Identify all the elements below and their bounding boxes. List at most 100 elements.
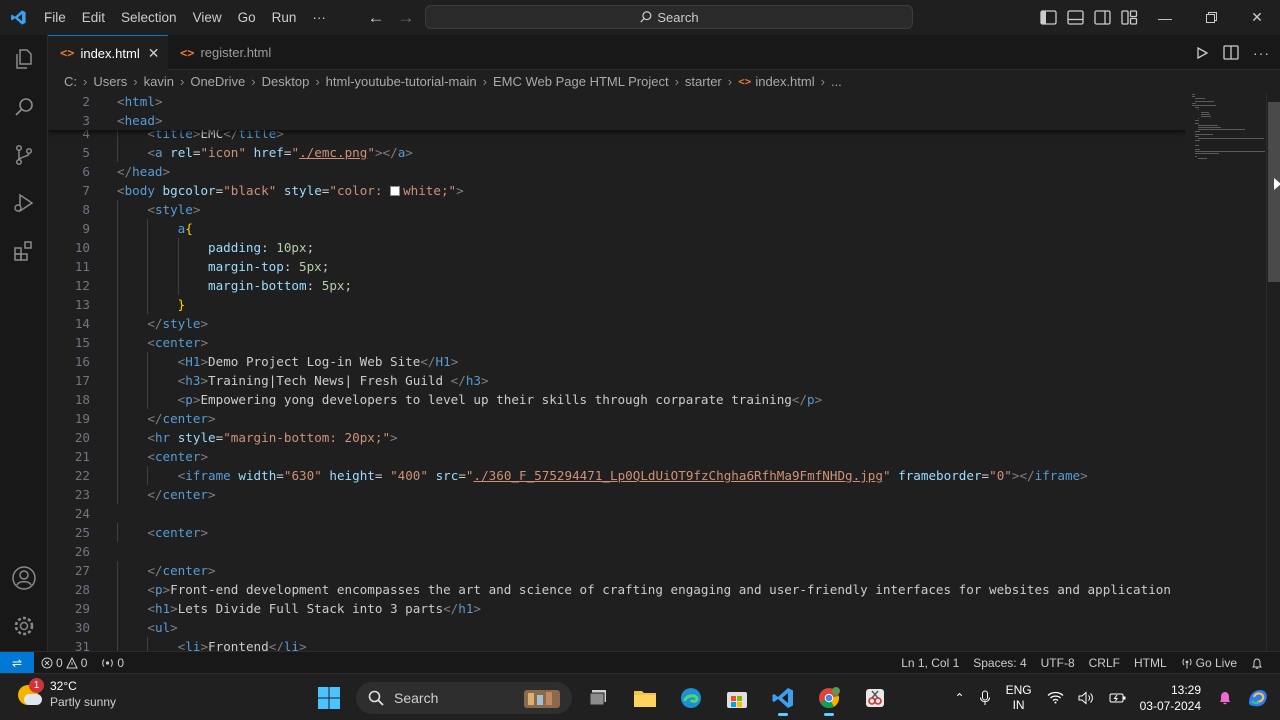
customize-layout-icon[interactable] [1121, 10, 1138, 25]
remote-indicator-icon[interactable]: ⇌ [0, 651, 34, 674]
battery-icon[interactable] [1102, 691, 1134, 705]
back-arrow-icon[interactable]: ← [366, 8, 386, 28]
toggle-primary-sidebar-icon[interactable] [1040, 10, 1057, 25]
search-view-icon[interactable] [0, 83, 48, 131]
notifications-bell-icon[interactable] [1244, 657, 1270, 670]
code-line[interactable]: 26 [48, 542, 1186, 561]
notification-bell-icon[interactable] [1211, 690, 1239, 706]
code-line[interactable]: 18 <p>Empowering yong developers to leve… [48, 390, 1186, 409]
breadcrumb-item[interactable]: ... [831, 74, 842, 89]
language-mode[interactable]: HTML [1127, 656, 1174, 670]
source-control-icon[interactable] [0, 131, 48, 179]
code-line[interactable]: 21 <center> [48, 447, 1186, 466]
account-icon[interactable] [0, 554, 48, 602]
code-line[interactable]: 30 <ul> [48, 618, 1186, 637]
volume-icon[interactable] [1071, 690, 1102, 705]
run-file-icon[interactable] [1195, 46, 1209, 60]
copilot-icon[interactable] [1239, 687, 1280, 709]
system-clock[interactable]: 13:29 03-07-2024 [1134, 682, 1211, 714]
ports-status[interactable]: 0 [94, 656, 131, 670]
restore-icon[interactable] [1188, 0, 1234, 35]
scrollbar-thumb[interactable] [1268, 102, 1280, 282]
breadcrumb-item[interactable]: OneDrive [190, 74, 245, 89]
snipping-tool-icon[interactable] [856, 679, 894, 717]
toggle-secondary-sidebar-icon[interactable] [1094, 10, 1111, 25]
close-window-icon[interactable]: ✕ [1234, 0, 1280, 35]
color-swatch[interactable] [390, 186, 401, 196]
code-line[interactable]: 12 margin-bottom: 5px; [48, 276, 1186, 295]
minimize-icon[interactable]: — [1142, 0, 1188, 35]
code-line[interactable]: 29 <h1>Lets Divide Full Stack into 3 par… [48, 599, 1186, 618]
language-indicator[interactable]: ENG IN [998, 683, 1040, 713]
chevron-up-icon[interactable]: ⌃ [948, 691, 972, 705]
code-line[interactable]: 9 a{ [48, 219, 1186, 238]
toggle-panel-icon[interactable] [1067, 10, 1084, 25]
menu-selection[interactable]: Selection [113, 0, 185, 35]
sticky-scroll[interactable]: 2 <html> 3 <head> [48, 92, 1186, 130]
code-line[interactable]: 19 </center> [48, 409, 1186, 428]
code-line[interactable]: 13 } [48, 295, 1186, 314]
code-line[interactable]: 16 <H1>Demo Project Log-in Web Site</H1> [48, 352, 1186, 371]
code-line[interactable]: 6 </head> [48, 162, 1186, 181]
taskbar-search[interactable]: Search [356, 681, 572, 714]
menu-file[interactable]: File [36, 0, 74, 35]
more-actions-icon[interactable]: ··· [1253, 45, 1270, 61]
windows-start-icon[interactable] [310, 679, 348, 717]
encoding[interactable]: UTF-8 [1034, 656, 1082, 670]
menu-edit[interactable]: Edit [74, 0, 113, 35]
breadcrumb-item[interactable]: EMC Web Page HTML Project [493, 74, 669, 89]
code-line[interactable]: 5 <a rel="icon" href="./emc.png"></a> [48, 143, 1186, 162]
menu-run[interactable]: Run [264, 0, 305, 35]
code-line[interactable]: 25 <center> [48, 523, 1186, 542]
menu-view[interactable]: View [185, 0, 230, 35]
breadcrumb-item[interactable]: index.html [755, 74, 814, 89]
minimap[interactable] [1186, 92, 1266, 651]
code-line[interactable]: 10 padding: 10px; [48, 238, 1186, 257]
code-line[interactable]: 2 <html> [48, 92, 1186, 111]
microphone-icon[interactable] [972, 690, 998, 706]
edge-browser-icon[interactable] [672, 679, 710, 717]
cursor-position[interactable]: Ln 1, Col 1 [894, 656, 966, 670]
code-line[interactable]: 15 <center> [48, 333, 1186, 352]
code-line[interactable]: 3 <head> [48, 111, 1186, 130]
explorer-icon[interactable] [0, 35, 48, 83]
forward-arrow-icon[interactable]: → [396, 8, 416, 28]
vertical-scrollbar[interactable] [1266, 92, 1280, 651]
tab-register-html[interactable]: <> register.html [168, 35, 292, 70]
microsoft-store-icon[interactable] [718, 679, 756, 717]
menu-go[interactable]: Go [230, 0, 264, 35]
breadcrumb-item[interactable]: starter [685, 74, 722, 89]
breadcrumb-item[interactable]: C: [64, 74, 77, 89]
wifi-icon[interactable] [1040, 691, 1071, 704]
code-line[interactable]: 20 <hr style="margin-bottom: 20px;"> [48, 428, 1186, 447]
manage-gear-icon[interactable] [0, 602, 48, 650]
code-line[interactable]: 14 </style> [48, 314, 1186, 333]
menu-more[interactable]: ··· [304, 0, 334, 35]
vscode-taskbar-icon[interactable] [764, 679, 802, 717]
command-center-search[interactable]: Search [425, 5, 913, 29]
task-view-icon[interactable] [580, 679, 618, 717]
breadcrumb-item[interactable]: Users [93, 74, 127, 89]
end-of-line[interactable]: CRLF [1082, 656, 1127, 670]
code-line[interactable]: 24 [48, 504, 1186, 523]
breadcrumb-item[interactable]: html-youtube-tutorial-main [326, 74, 477, 89]
close-tab-icon[interactable]: ✕ [148, 45, 160, 62]
code-line[interactable]: 11 margin-top: 5px; [48, 257, 1186, 276]
code-line[interactable]: 31 <li>Frontend</li> [48, 637, 1186, 651]
code-line[interactable]: 7 <body bgcolor="black" style="color: whi… [48, 181, 1186, 200]
run-debug-icon[interactable] [0, 179, 48, 227]
file-explorer-icon[interactable] [626, 679, 664, 717]
problems-status[interactable]: 0 0 [34, 656, 94, 670]
weather-widget[interactable]: 1 32°C Partly sunny [14, 677, 116, 710]
code-line[interactable]: 17 <h3>Training|Tech News| Fresh Guild <… [48, 371, 1186, 390]
extensions-icon[interactable] [0, 227, 48, 275]
tab-index-html[interactable]: <> index.html ✕ [48, 35, 168, 70]
split-editor-icon[interactable] [1223, 45, 1239, 60]
code-line[interactable]: 8 <style> [48, 200, 1186, 219]
breadcrumb-item[interactable]: Desktop [262, 74, 310, 89]
code-line[interactable]: 22 <iframe width="630" height= "400" src… [48, 466, 1186, 485]
indentation[interactable]: Spaces: 4 [966, 656, 1033, 670]
go-live-button[interactable]: Go Live [1174, 656, 1244, 670]
chrome-browser-icon[interactable] [810, 679, 848, 717]
code-line[interactable]: 23 </center> [48, 485, 1186, 504]
